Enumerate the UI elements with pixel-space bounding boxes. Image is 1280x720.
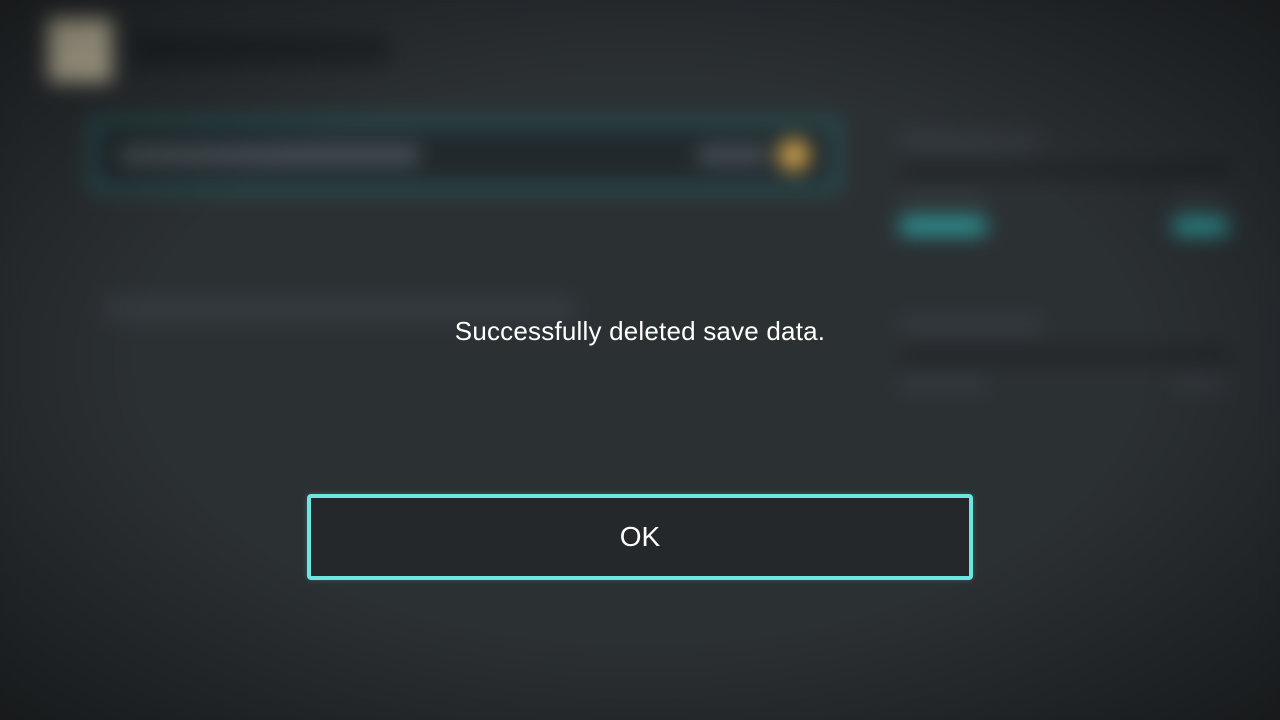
ok-button[interactable]: OK <box>307 494 973 580</box>
dialog-message: Successfully deleted save data. <box>0 316 1280 347</box>
confirmation-dialog: Successfully deleted save data. OK <box>0 0 1280 720</box>
